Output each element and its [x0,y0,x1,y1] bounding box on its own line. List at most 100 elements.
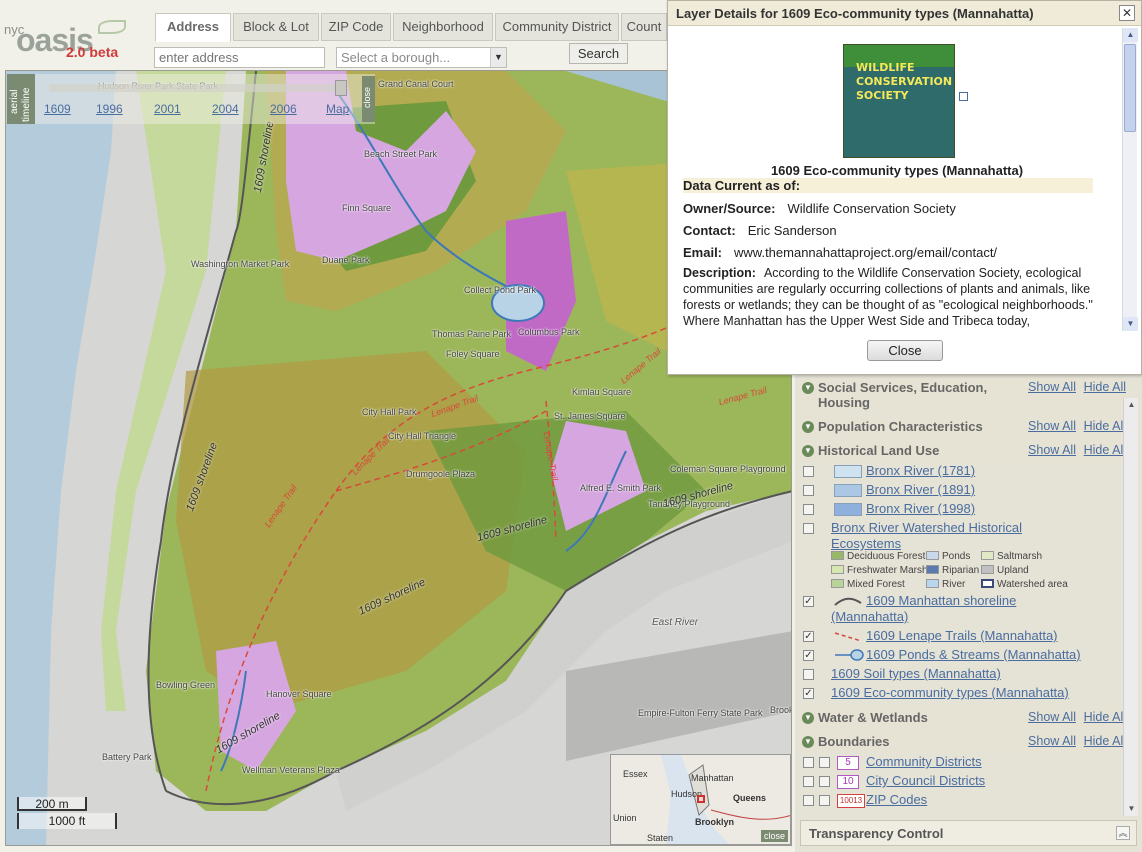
layer-link-city-council-districts[interactable]: City Council Districts [866,773,985,788]
scroll-up-icon[interactable]: ▲ [1124,398,1139,412]
layer-link-bronx-1998[interactable]: Bronx River (1998) [866,501,975,516]
hide-all-link[interactable]: Hide All [1084,419,1126,433]
timeline-slider[interactable] [49,84,349,92]
external-link-icon[interactable] [959,92,968,101]
layer-checkbox[interactable] [803,504,814,515]
expand-icon[interactable]: ▼ [802,421,814,433]
layer-checkbox[interactable] [803,523,814,534]
expand-icon[interactable]: ▼ [802,382,814,394]
aerial-timeline-tab[interactable]: aerial timeline [7,74,35,124]
tab-neighborhood[interactable]: Neighborhood [393,13,493,41]
hide-all-link[interactable]: Hide All [1084,710,1126,724]
layer-checkbox[interactable]: ✓ [803,596,814,607]
email-value: www.themannahattaproject.org/email/conta… [734,245,998,260]
tab-zip-code[interactable]: ZIP Code [321,13,391,41]
tab-block-lot[interactable]: Block & Lot [233,13,319,41]
pond-stream-icon [835,649,864,661]
layer-link-community-districts[interactable]: Community Districts [866,754,982,769]
section-historical-land-use[interactable]: ▼ Historical Land Use Show All Hide All [800,441,1128,461]
timeline-year-1996[interactable]: 1996 [96,102,123,116]
layer-link-soil-types[interactable]: 1609 Soil types (Mannahatta) [831,666,1001,681]
boundary-checkbox[interactable] [803,757,814,768]
layer-link-manhattan-shoreline[interactable]: 1609 Manhattan shoreline (Mannahatta) [831,593,1061,625]
tab-address[interactable]: Address [155,13,231,42]
layer-checkbox[interactable] [803,466,814,477]
hide-all-link[interactable]: Hide All [1084,380,1126,394]
timeline-year-2001[interactable]: 2001 [154,102,181,116]
layer-checkbox[interactable] [803,669,814,680]
contact-value: Eric Sanderson [747,223,837,238]
show-all-link[interactable]: Show All [1028,734,1076,748]
layer-link-lenape-trails[interactable]: 1609 Lenape Trails (Mannahatta) [866,628,1058,643]
hide-all-link[interactable]: Hide All [1084,443,1126,457]
boundary-checkbox[interactable] [803,795,814,806]
scroll-down-icon[interactable]: ▼ [1124,802,1139,816]
layer-checkbox[interactable] [803,485,814,496]
dialog-titlebar[interactable]: Layer Details for 1609 Eco-community typ… [668,1,1141,26]
layer-link-bronx-1781[interactable]: Bronx River (1781) [866,463,975,478]
layer-checkbox[interactable]: ✓ [803,631,814,642]
timeline-year-2004[interactable]: 2004 [212,102,239,116]
layer-row: ✓ 1609 Manhattan shoreline (Mannahatta) [800,593,1120,625]
scale-imperial: 1000 ft [17,813,117,829]
legend-watershed-area-label: Watershed area [997,579,1068,590]
section-water-wetlands[interactable]: ▼ Water & Wetlands Show All Hide All [800,708,1128,728]
scroll-up-icon[interactable]: ▲ [1123,28,1138,42]
overview-viewport-marker[interactable] [697,795,705,803]
show-all-link[interactable]: Show All [1028,710,1076,724]
collapse-icon[interactable]: ▼ [802,445,814,457]
hide-all-link[interactable]: Hide All [1084,734,1126,748]
chevron-up-icon[interactable]: ︽ [1116,826,1130,840]
map-label-duane-park: Duane Park [322,255,370,265]
close-icon[interactable]: ✕ [1119,5,1135,21]
show-all-link[interactable]: Show All [1028,443,1076,457]
section-social-services[interactable]: ▼ Social Services, Education, Housing Sh… [800,378,1128,412]
show-all-link[interactable]: Show All [1028,380,1076,394]
expand-icon[interactable]: ▼ [802,712,814,724]
boundary-label-checkbox[interactable] [819,776,830,787]
tab-count[interactable]: Count [621,13,667,41]
show-all-link[interactable]: Show All [1028,419,1076,433]
owner-label: Owner/Source: [683,201,776,216]
timeline-close-button[interactable]: close [362,76,375,122]
timeline-tab-label-1: aerial [9,89,20,114]
section-population[interactable]: ▼ Population Characteristics Show All Hi… [800,417,1128,437]
section-boundaries[interactable]: ▼ Boundaries Show All Hide All [800,732,1128,752]
layer-link-ponds-streams[interactable]: 1609 Ponds & Streams (Mannahatta) [866,647,1081,662]
overview-label-manhattan: Manhattan [691,773,734,783]
layer-link-bronx-1891[interactable]: Bronx River (1891) [866,482,975,497]
address-input[interactable] [154,47,325,68]
layer-link-zip-codes[interactable]: ZIP Codes [866,792,927,807]
timeline-year-1609[interactable]: 1609 [44,102,71,116]
timeline-map[interactable]: Map [326,102,349,116]
map-label-east-river: East River [652,617,699,628]
overview-close-button[interactable]: close [760,830,788,842]
layer-checkbox[interactable]: ✓ [803,650,814,661]
transparency-control[interactable]: Transparency Control ︽ [800,820,1137,846]
borough-select[interactable]: Select a borough... ▼ [336,47,507,68]
scroll-thumb[interactable] [1124,44,1136,132]
layer-row: Bronx River (1891) [800,482,1120,500]
overview-map[interactable]: Essex Manhattan Hudson Queens Union Broo… [610,754,791,845]
layer-checkbox[interactable]: ✓ [803,688,814,699]
map-label-empire-fulton-ferry: Empire-Fulton Ferry State Park [638,708,763,718]
layer-link-bronx-watershed[interactable]: Bronx River Watershed Historical Ecosyst… [831,520,1061,552]
logo-line-1: WILDLIFE [856,61,915,74]
layer-link-eco-community-types[interactable]: 1609 Eco-community types (Mannahatta) [831,685,1069,700]
overview-label-staten: Staten [647,833,674,843]
panel-scrollbar[interactable]: ▲ ▼ [1123,398,1138,816]
boundary-checkbox[interactable] [803,776,814,787]
timeline-year-2006[interactable]: 2006 [270,102,297,116]
tab-community-district[interactable]: Community District [495,13,619,41]
search-button[interactable]: Search [569,43,628,64]
boundary-label-checkbox[interactable] [819,757,830,768]
map-label-thomas-paine-park: Thomas Paine Park [432,329,512,339]
close-button[interactable]: Close [867,340,943,361]
email-row: Email: www.themannahattaproject.org/email… [683,245,997,260]
dialog-scrollbar[interactable]: ▲ ▼ [1122,28,1138,331]
description-label: Description: [683,266,756,280]
scroll-down-icon[interactable]: ▼ [1123,317,1138,331]
timeline-slider-handle[interactable] [335,80,347,96]
collapse-icon[interactable]: ▼ [802,736,814,748]
boundary-label-checkbox[interactable] [819,795,830,806]
